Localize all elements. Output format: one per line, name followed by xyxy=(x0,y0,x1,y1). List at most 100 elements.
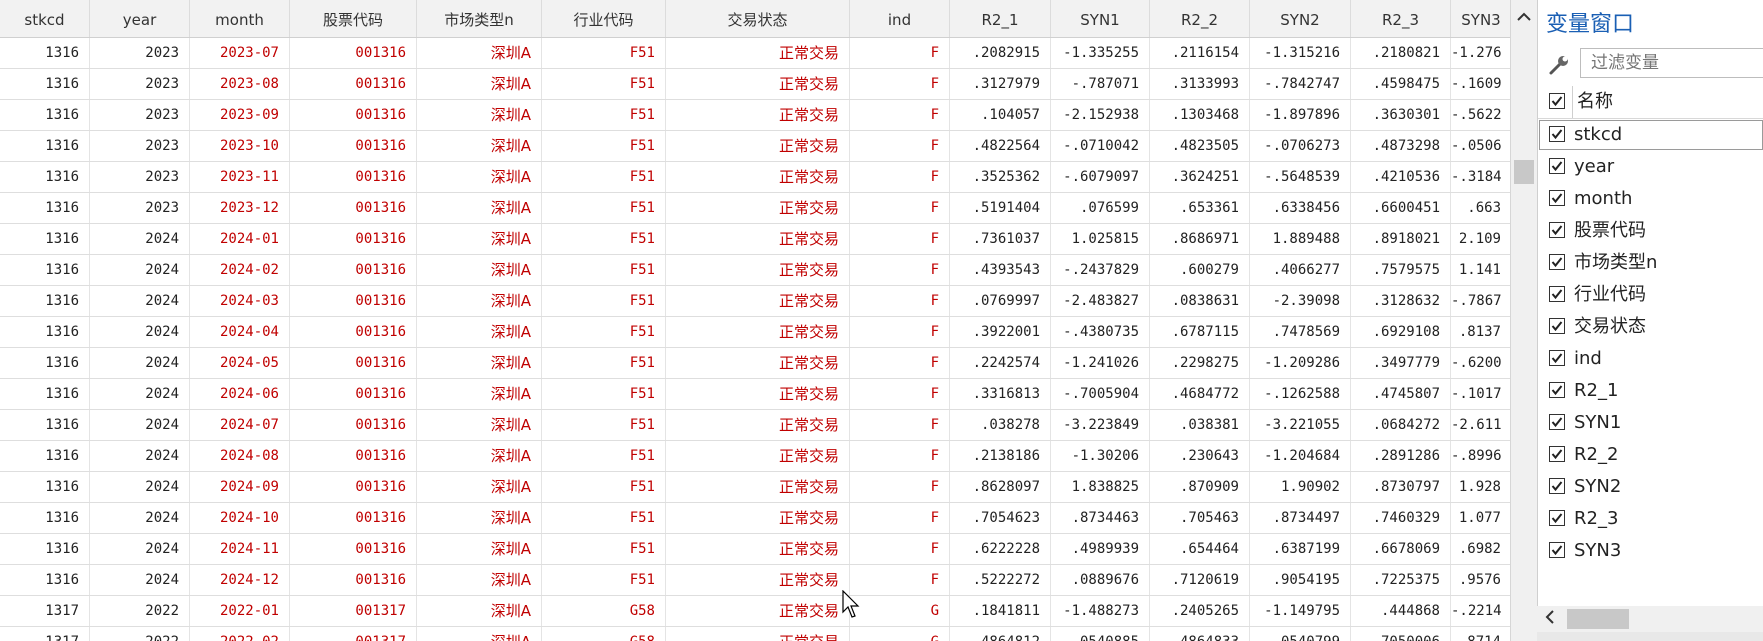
table-cell[interactable]: 深圳A xyxy=(417,410,542,440)
table-cell[interactable]: 2023 xyxy=(90,69,190,99)
table-cell[interactable]: 001316 xyxy=(290,410,417,440)
table-cell[interactable]: -3.223849 xyxy=(1051,410,1150,440)
table-cell[interactable]: 2023-07 xyxy=(190,38,290,68)
table-cell[interactable]: 1.077 xyxy=(1451,503,1512,533)
variable-item[interactable]: 股票代码 xyxy=(1538,215,1763,247)
variable-item[interactable]: 行业代码 xyxy=(1538,279,1763,311)
table-cell[interactable]: F xyxy=(850,286,950,316)
table-cell[interactable]: -1.276 xyxy=(1451,38,1512,68)
checkbox-checked-icon[interactable] xyxy=(1549,93,1565,109)
table-cell[interactable]: 深圳A xyxy=(417,317,542,347)
table-cell[interactable]: -1.335255 xyxy=(1051,38,1150,68)
table-cell[interactable]: F51 xyxy=(542,317,666,347)
table-cell[interactable]: .230643 xyxy=(1150,441,1250,471)
table-cell[interactable]: -1.488273 xyxy=(1051,596,1150,626)
table-cell[interactable]: 001317 xyxy=(290,627,417,641)
scrollbar-thumb[interactable] xyxy=(1567,609,1629,629)
table-cell[interactable]: 2023-10 xyxy=(190,131,290,161)
table-cell[interactable]: 2023-11 xyxy=(190,162,290,192)
table-cell[interactable]: 2023-09 xyxy=(190,100,290,130)
variable-item[interactable]: 市场类型n xyxy=(1538,247,1763,279)
table-cell[interactable]: 001316 xyxy=(290,224,417,254)
table-cell[interactable]: 2024-03 xyxy=(190,286,290,316)
table-cell[interactable]: 正常交易 xyxy=(666,472,850,502)
table-cell[interactable]: 正常交易 xyxy=(666,100,850,130)
table-cell[interactable]: .3624251 xyxy=(1150,162,1250,192)
table-cell[interactable]: .2180821 xyxy=(1351,38,1451,68)
column-header[interactable]: year xyxy=(90,0,190,37)
table-cell[interactable]: F51 xyxy=(542,286,666,316)
table-row[interactable]: 1316 2023 2023-08 001316 深圳A F51 正常交易 F .3127979… xyxy=(0,69,1512,100)
table-cell[interactable]: 正常交易 xyxy=(666,627,850,641)
table-cell[interactable]: F xyxy=(850,162,950,192)
table-cell[interactable]: 正常交易 xyxy=(666,410,850,440)
table-cell[interactable]: .4393543 xyxy=(950,255,1051,285)
table-cell[interactable]: .3316813 xyxy=(950,379,1051,409)
table-cell[interactable]: 正常交易 xyxy=(666,565,850,595)
table-cell[interactable]: .4598475 xyxy=(1351,69,1451,99)
table-cell[interactable]: .6678069 xyxy=(1351,534,1451,564)
table-cell[interactable]: 1.889488 xyxy=(1250,224,1351,254)
table-cell[interactable]: 001316 xyxy=(290,317,417,347)
table-cell[interactable]: .7579575 xyxy=(1351,255,1451,285)
table-cell[interactable]: 正常交易 xyxy=(666,255,850,285)
table-cell[interactable]: 1.025815 xyxy=(1051,224,1150,254)
table-cell[interactable]: F xyxy=(850,193,950,223)
table-cell[interactable]: -.1017 xyxy=(1451,379,1512,409)
variable-item[interactable]: SYN2 xyxy=(1538,471,1763,503)
table-cell[interactable]: 深圳A xyxy=(417,441,542,471)
table-cell[interactable]: 001316 xyxy=(290,69,417,99)
table-row[interactable]: 1316 2024 2024-10 001316 深圳A F51 正常交易 F .7054623… xyxy=(0,503,1512,534)
table-row[interactable]: 1316 2024 2024-09 001316 深圳A F51 正常交易 F .8628097… xyxy=(0,472,1512,503)
column-header[interactable]: R2_2 xyxy=(1150,0,1250,37)
table-cell[interactable]: 001316 xyxy=(290,348,417,378)
table-cell[interactable]: .2298275 xyxy=(1150,348,1250,378)
table-cell[interactable]: .7050006 xyxy=(1351,627,1451,641)
table-row[interactable]: 1316 2024 2024-02 001316 深圳A F51 正常交易 F .4393543… xyxy=(0,255,1512,286)
table-cell[interactable]: 1316 xyxy=(0,379,90,409)
table-cell[interactable]: F51 xyxy=(542,69,666,99)
table-cell[interactable]: 2024-11 xyxy=(190,534,290,564)
table-cell[interactable]: 2024-05 xyxy=(190,348,290,378)
table-cell[interactable]: 2024 xyxy=(90,472,190,502)
table-cell[interactable]: F xyxy=(850,503,950,533)
table-cell[interactable]: -.2214 xyxy=(1451,596,1512,626)
table-cell[interactable]: 2.109 xyxy=(1451,224,1512,254)
variable-item[interactable]: R2_3 xyxy=(1538,503,1763,535)
table-cell[interactable]: F xyxy=(850,565,950,595)
table-cell[interactable]: .3497779 xyxy=(1351,348,1451,378)
variable-item[interactable]: stkcd xyxy=(1538,119,1763,151)
table-cell[interactable]: F51 xyxy=(542,224,666,254)
table-cell[interactable]: -.5648539 xyxy=(1250,162,1351,192)
table-cell[interactable]: 正常交易 xyxy=(666,503,850,533)
filter-variables-input[interactable] xyxy=(1580,48,1763,78)
table-cell[interactable]: 深圳A xyxy=(417,596,542,626)
table-cell[interactable]: .6600451 xyxy=(1351,193,1451,223)
table-cell[interactable]: 001316 xyxy=(290,162,417,192)
table-cell[interactable]: 正常交易 xyxy=(666,317,850,347)
table-cell[interactable]: 001316 xyxy=(290,100,417,130)
table-cell[interactable]: F xyxy=(850,410,950,440)
table-cell[interactable]: .0838631 xyxy=(1150,286,1250,316)
column-header[interactable]: 市场类型n xyxy=(417,0,542,37)
table-cell[interactable]: -2.611 xyxy=(1451,410,1512,440)
table-cell[interactable]: 001316 xyxy=(290,38,417,68)
table-cell[interactable]: .4873298 xyxy=(1351,131,1451,161)
table-cell[interactable]: .9054195 xyxy=(1250,565,1351,595)
table-cell[interactable]: -.3184 xyxy=(1451,162,1512,192)
table-cell[interactable]: .6387199 xyxy=(1250,534,1351,564)
checkbox-checked-icon[interactable] xyxy=(1549,382,1565,398)
column-header[interactable]: ind xyxy=(850,0,950,37)
table-cell[interactable]: 正常交易 xyxy=(666,162,850,192)
table-cell[interactable]: 正常交易 xyxy=(666,38,850,68)
variable-item[interactable]: year xyxy=(1538,151,1763,183)
table-cell[interactable]: 正常交易 xyxy=(666,193,850,223)
table-cell[interactable]: -1.315216 xyxy=(1250,38,1351,68)
table-cell[interactable]: .7054623 xyxy=(950,503,1051,533)
column-header[interactable]: SYN2 xyxy=(1250,0,1351,37)
checkbox-checked-icon[interactable] xyxy=(1549,446,1565,462)
table-cell[interactable]: 1316 xyxy=(0,565,90,595)
variable-item[interactable]: R2_2 xyxy=(1538,439,1763,471)
table-cell[interactable]: 深圳A xyxy=(417,193,542,223)
checkbox-checked-icon[interactable] xyxy=(1549,318,1565,334)
